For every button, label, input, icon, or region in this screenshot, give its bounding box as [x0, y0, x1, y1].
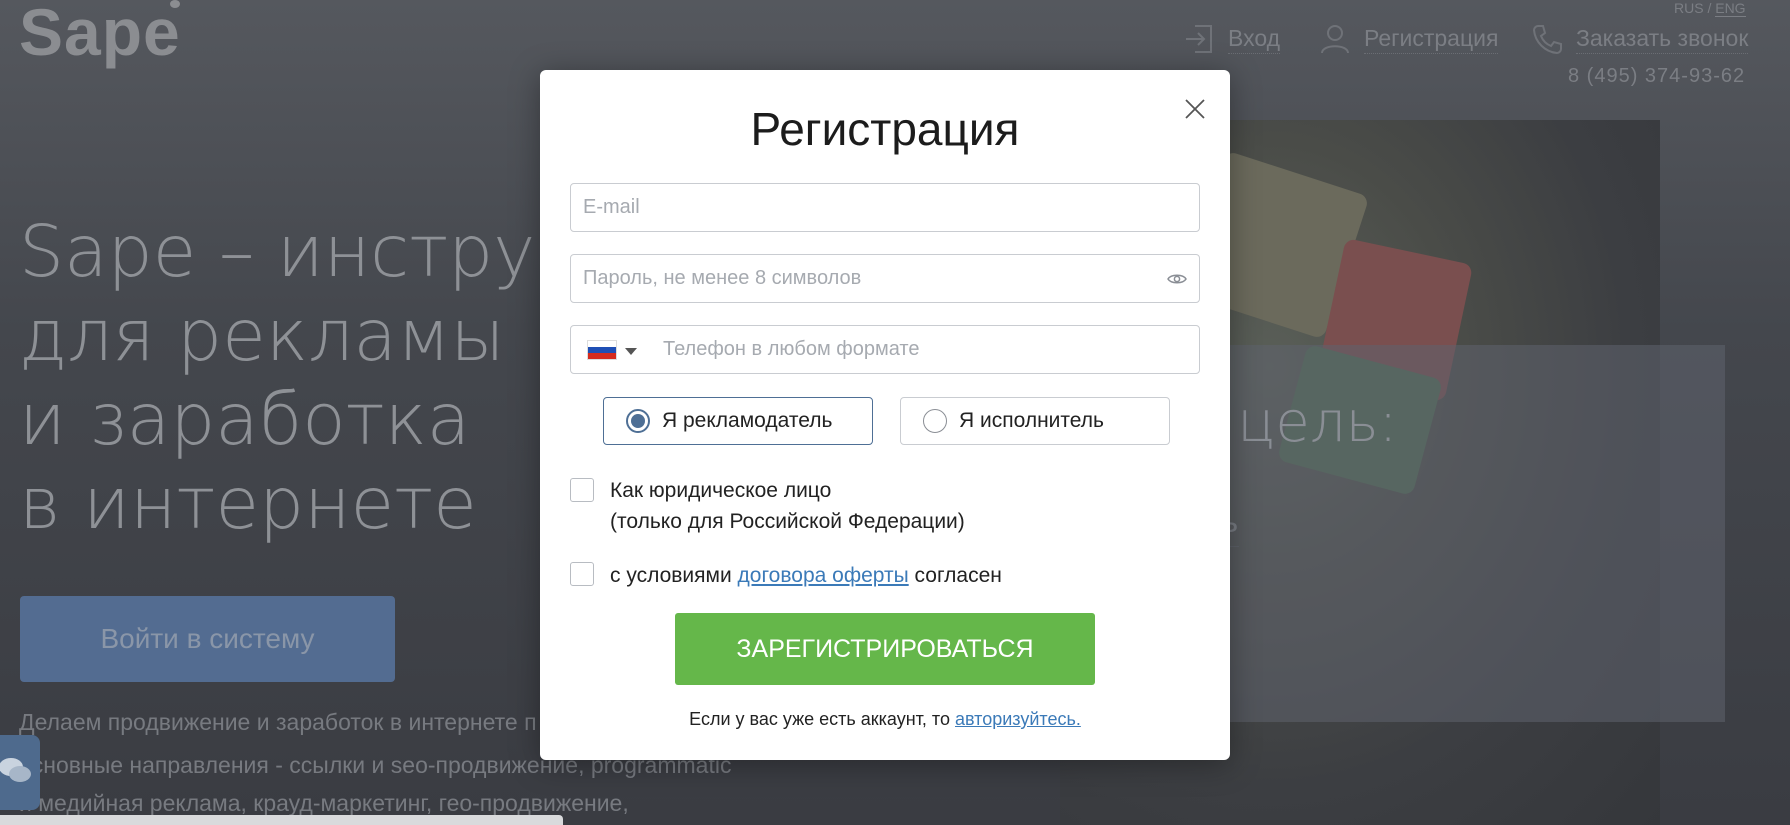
terms-suffix: согласен [908, 564, 1002, 587]
language-switcher: RUS / ENG [1674, 0, 1746, 17]
hero-line: и заработка [19, 378, 471, 461]
role-executor-label: Я исполнитель [959, 409, 1104, 432]
user-icon [1318, 22, 1352, 56]
login-system-button[interactable]: Войти в систему [20, 596, 395, 682]
lang-separator: / [1707, 0, 1712, 16]
bottom-cookie-bar [0, 815, 563, 825]
email-field-wrapper [570, 183, 1200, 232]
site-logo[interactable]: Sape [19, 0, 181, 70]
login-arrow-icon [1182, 22, 1216, 56]
eye-icon[interactable] [1165, 268, 1189, 290]
legal-entity-line: Как юридическое лицо [610, 479, 832, 502]
nav-register[interactable]: Регистрация [1318, 22, 1499, 56]
nav-callback-label: Заказать звонок [1576, 25, 1749, 54]
login-hint: Если у вас уже есть аккаунт, то авторизу… [540, 709, 1230, 730]
hero-line: Sape – инструм [19, 210, 589, 293]
radio-advertiser[interactable] [626, 409, 650, 433]
description-line: Делаем продвижение и заработок в интерне… [19, 709, 537, 735]
contact-phone: 8 (495) 374-93-62 [1568, 65, 1746, 87]
offer-contract-link[interactable]: договора оферты [738, 564, 909, 587]
terms-checkbox[interactable] [570, 562, 594, 586]
register-submit-button[interactable]: ЗАРЕГИСТРИРОВАТЬСЯ [675, 613, 1095, 685]
legal-entity-line: (только для Российской Федерации) [610, 510, 965, 533]
nav-register-label: Регистрация [1364, 25, 1499, 54]
legal-entity-checkbox[interactable] [570, 478, 594, 502]
lang-rus[interactable]: RUS [1674, 0, 1704, 16]
legal-entity-label: Как юридическое лицо (только для Российс… [610, 475, 965, 537]
chat-widget-button[interactable] [0, 735, 40, 810]
lang-eng[interactable]: ENG [1715, 0, 1746, 17]
password-field-wrapper [570, 254, 1200, 303]
phone-icon [1530, 22, 1564, 56]
registration-modal: Регистрация Я рекламодатель [540, 70, 1230, 760]
hero-line: для рекламы [19, 294, 505, 377]
nav-login-label: Вход [1228, 25, 1281, 54]
role-advertiser-label: Я рекламодатель [662, 409, 833, 432]
hero-line: в интернете [19, 462, 477, 545]
role-advertiser-option[interactable]: Я рекламодатель [603, 397, 873, 445]
logo-dot [170, 0, 180, 8]
hero-heading: Sape – инструм для рекламы и заработка в… [19, 210, 589, 546]
role-executor-option[interactable]: Я исполнитель [900, 397, 1170, 445]
phone-input[interactable] [571, 326, 1199, 373]
radio-executor[interactable] [923, 409, 947, 433]
modal-title: Регистрация [750, 103, 1020, 155]
login-hint-text: Если у вас уже есть аккаунт, то [689, 709, 955, 729]
description-line: и медийная реклама, крауд-маркетинг, гео… [19, 790, 629, 816]
nav-login[interactable]: Вход [1182, 22, 1281, 56]
password-input[interactable] [571, 255, 1199, 302]
terms-prefix: с условиями [610, 564, 738, 587]
terms-label: с условиями договора оферты согласен [610, 560, 1002, 591]
nav-callback[interactable]: Заказать звонок [1530, 22, 1749, 56]
email-input[interactable] [571, 184, 1199, 231]
chat-bubbles-icon [0, 756, 32, 790]
authorize-link[interactable]: авторизуйтесь. [955, 709, 1081, 729]
phone-field-wrapper [570, 325, 1200, 374]
